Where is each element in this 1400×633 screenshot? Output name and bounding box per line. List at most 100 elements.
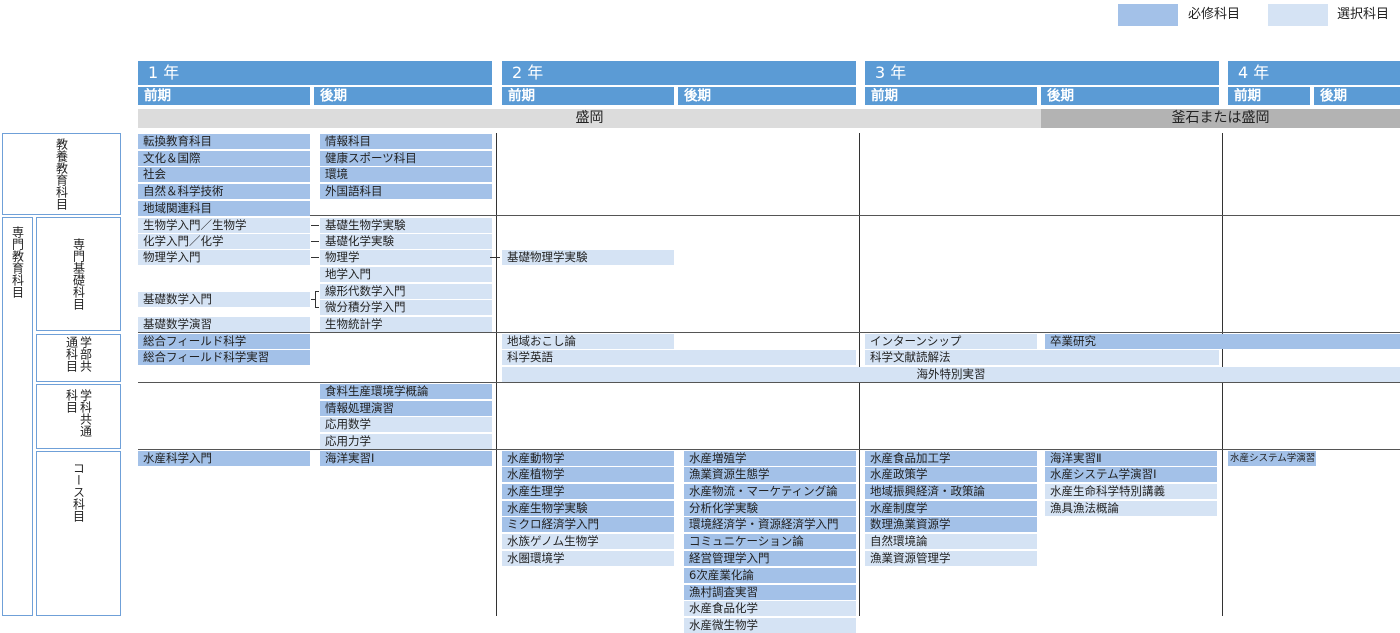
overseas-training: 海外特別実習 [502, 367, 1400, 382]
course-cell: 生物学入門／生物学 [138, 218, 310, 233]
grid-row-divider [138, 332, 1400, 333]
course-cell: 水産微生物学 [684, 618, 856, 633]
course-cell: 水産物流・マーケティング論 [684, 484, 856, 499]
course-cell: インターンシップ [865, 334, 1037, 349]
course-cell: 化学入門／化学 [138, 234, 310, 249]
course-cell: 経営管理学入門 [684, 551, 856, 566]
course-cell: 海洋実習Ⅰ [320, 451, 492, 466]
course-cell: 基礎化学実験 [320, 234, 492, 249]
grid-row-divider [138, 215, 1400, 216]
course-cell: 地域振興経済・政策論 [865, 484, 1037, 499]
y1-first-term: 前期 [138, 87, 310, 105]
category-general-label: 教養教育科目 [54, 138, 69, 210]
course-cell: 転換教育科目 [138, 134, 310, 149]
legend-elective-swatch [1268, 4, 1328, 26]
course-cell: 情報処理演習 [320, 401, 492, 416]
grid-line-year2 [496, 133, 497, 616]
category-course: コース科目 [36, 451, 121, 616]
year-3-header: 3 年 [865, 61, 1219, 85]
course-cell: 科学英語 [502, 350, 856, 365]
course-cell: 環境経済学・資源経済学入門 [684, 517, 856, 532]
course-cell: 漁村調査実習 [684, 585, 856, 600]
course-cell: 環境 [320, 167, 492, 182]
course-cell: 生物統計学 [320, 317, 492, 332]
y3-second-term: 後期 [1041, 87, 1219, 105]
course-cell: 水産増殖学 [684, 451, 856, 466]
category-dept-common: 学科共通科目 [36, 384, 121, 449]
category-faculty-common-label: 学部共通科目 [64, 336, 93, 372]
course-cell: 水産生物学実験 [502, 501, 674, 516]
course-cell: 微分積分学入門 [320, 300, 492, 315]
course-cell: 外国語科目 [320, 184, 492, 199]
course-cell: 総合フィールド科学実習 [138, 350, 310, 365]
y2-first-term: 前期 [502, 87, 674, 105]
course-cell: 水産食品化学 [684, 601, 856, 616]
year-4-header: 4 年 [1228, 61, 1400, 85]
course-cell: 海洋実習Ⅱ [1045, 451, 1217, 466]
location-kamaishi: 釜石または盛岡 [1041, 109, 1400, 128]
year-1-header: 1 年 [138, 61, 492, 85]
course-cell: 水圏環境学 [502, 551, 674, 566]
course-cell: 漁具漁法概論 [1045, 501, 1217, 516]
course-cell: 水産植物学 [502, 467, 674, 482]
course-cell: 物理学入門 [138, 250, 310, 265]
course-cell: 自然環境論 [865, 534, 1037, 549]
course-cell: 水産政策学 [865, 467, 1037, 482]
course-cell: 物理学 [320, 250, 492, 265]
y3-first-term: 前期 [865, 87, 1037, 105]
course-cell: 分析化学実験 [684, 501, 856, 516]
category-basic: 専門基礎科目 [36, 217, 121, 331]
category-course-label: コース科目 [71, 462, 86, 522]
prerequisite-connector [311, 241, 319, 242]
category-basic-label: 専門基礎科目 [71, 238, 86, 310]
course-cell: 総合フィールド科学 [138, 334, 310, 349]
course-cell: コミュニケーション論 [684, 534, 856, 549]
prerequisite-bracket [315, 291, 316, 308]
course-cell: 基礎数学入門 [138, 292, 310, 307]
course-cell: 水産制度学 [865, 501, 1037, 516]
course-cell: 漁業資源管理学 [865, 551, 1037, 566]
course-cell: 情報科目 [320, 134, 492, 149]
course-cell: 水産科学入門 [138, 451, 310, 466]
grid-row-divider [138, 449, 1400, 450]
course-cell: 水産生命科学特別講義 [1045, 484, 1217, 499]
course-cell: 漁業資源生態学 [684, 467, 856, 482]
location-morioka: 盛岡 [138, 109, 1041, 128]
prerequisite-connector [490, 257, 500, 258]
course-cell: 線形代数学入門 [320, 284, 492, 299]
course-cell: 6次産業化論 [684, 568, 856, 583]
course-cell: 水産生理学 [502, 484, 674, 499]
course-cell: 社会 [138, 167, 310, 182]
legend-elective-label: 選択科目 [1337, 7, 1390, 22]
legend-required-swatch [1118, 4, 1178, 26]
course-cell: ミクロ経済学入門 [502, 517, 674, 532]
prerequisite-connector [315, 291, 319, 292]
y4-second-term: 後期 [1314, 87, 1400, 105]
course-cell: 水族ゲノム生物学 [502, 534, 674, 549]
y1-second-term: 後期 [314, 87, 492, 105]
legend-required-label: 必修科目 [1188, 7, 1241, 22]
course-cell: 応用力学 [320, 434, 492, 449]
course-cell: 文化＆国際 [138, 151, 310, 166]
course-cell: 水産システム学演習Ⅰ [1045, 467, 1217, 482]
course-cell: 地学入門 [320, 267, 492, 282]
course-cell: 食料生産環境学概論 [320, 384, 492, 399]
course-cell: 基礎数学演習 [138, 317, 310, 332]
y2-second-term: 後期 [678, 87, 856, 105]
y4-first-term: 前期 [1228, 87, 1310, 105]
category-specialized-label: 専門教育科目 [10, 226, 25, 298]
course-cell: 健康スポーツ科目 [320, 151, 492, 166]
course-cell: 地域関連科目 [138, 201, 310, 216]
course-cell: 水産食品加工学 [865, 451, 1037, 466]
course-cell: 数理漁業資源学 [865, 517, 1037, 532]
prerequisite-connector [311, 225, 319, 226]
course-cell: 科学文献読解法 [865, 350, 1219, 365]
course-cell: 卒業研究 [1045, 334, 1400, 349]
course-cell: 水産動物学 [502, 451, 674, 466]
prerequisite-connector [311, 257, 319, 258]
course-cell: 自然＆科学技術 [138, 184, 310, 199]
grid-row-divider [138, 382, 1400, 383]
course-cell: 基礎生物学実験 [320, 218, 492, 233]
course-cell: 応用数学 [320, 417, 492, 432]
category-specialized: 専門教育科目 [2, 217, 33, 616]
